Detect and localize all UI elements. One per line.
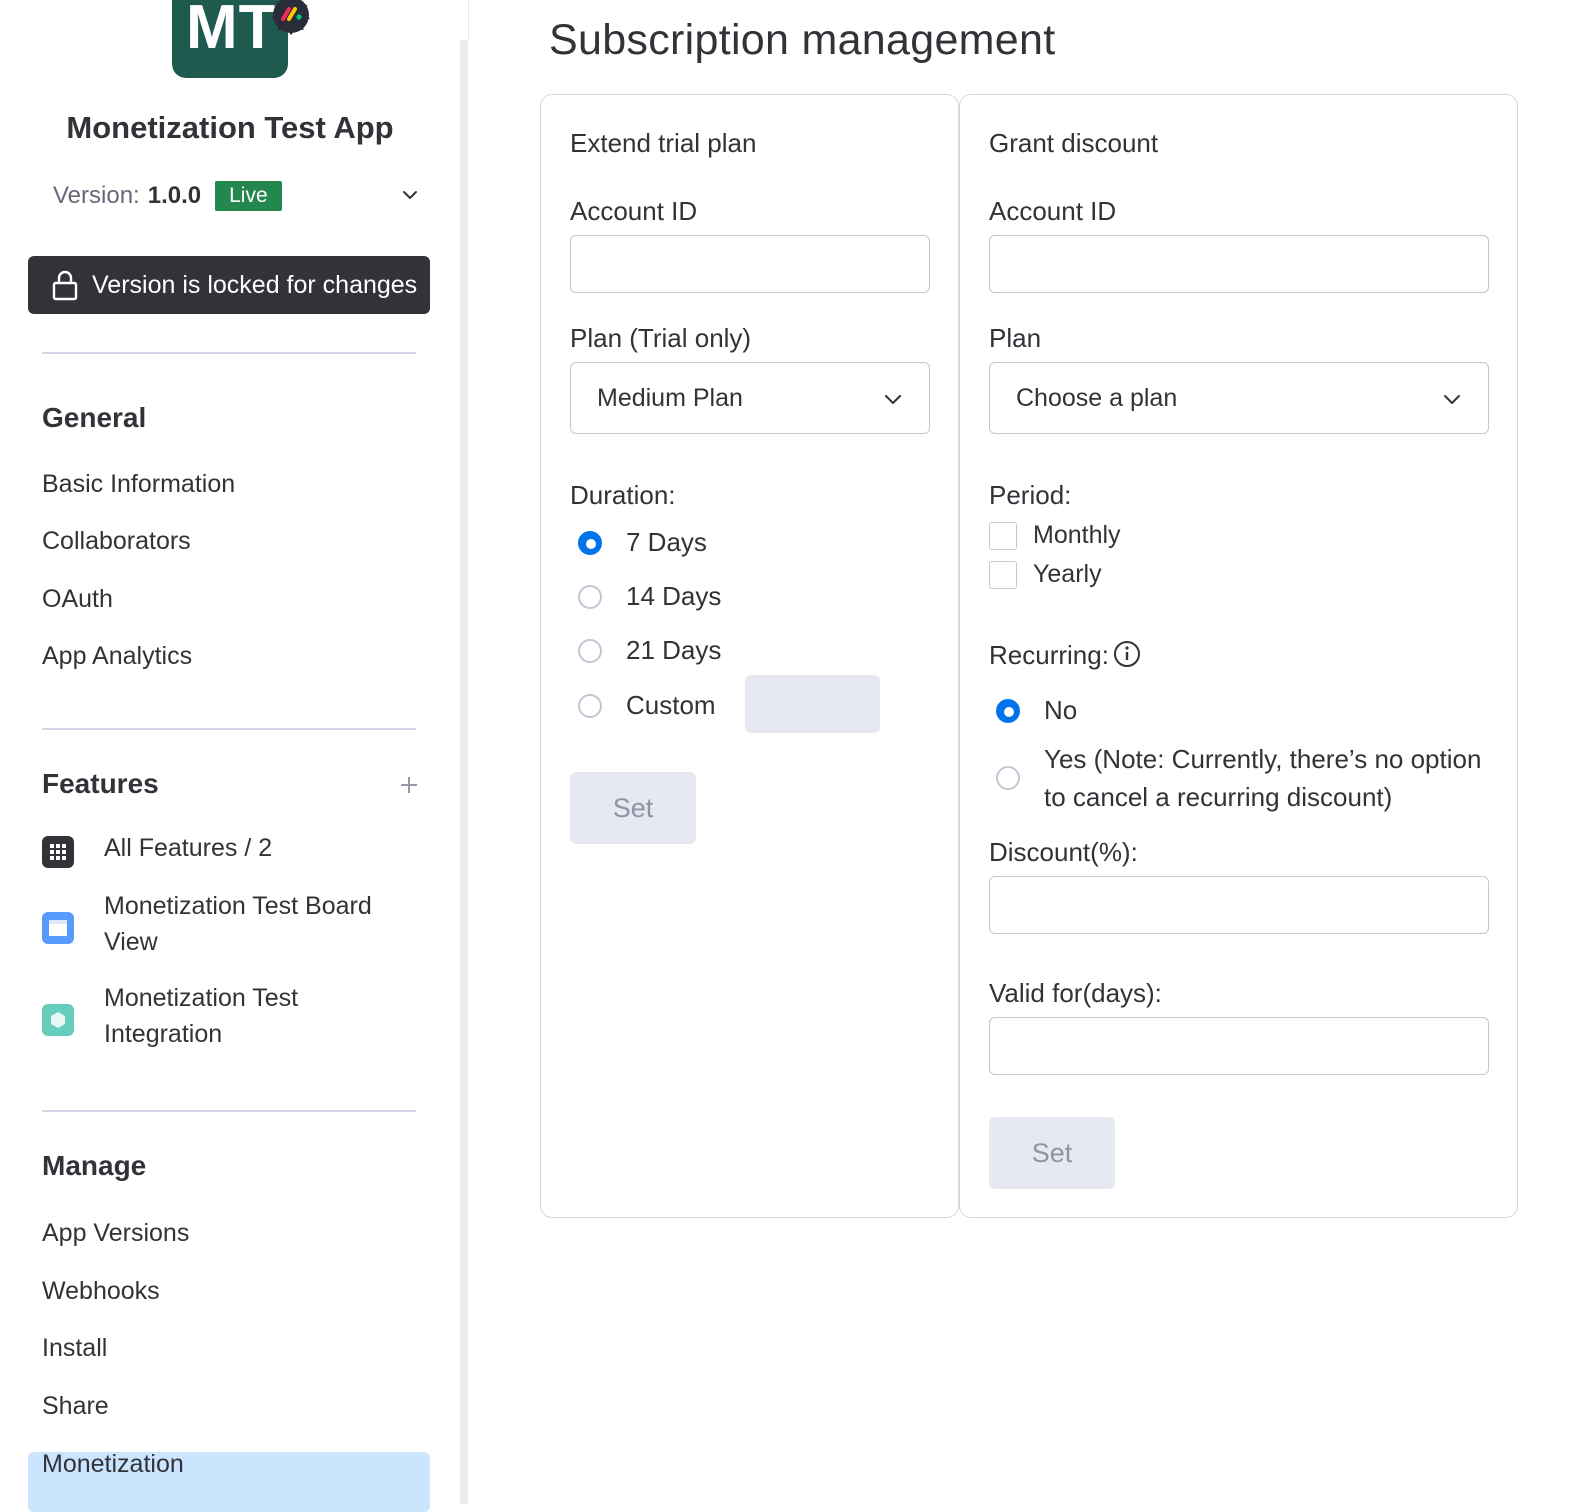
trial-set-button[interactable]: Set <box>570 772 696 844</box>
trial-plan-value: Medium Plan <box>597 383 743 412</box>
sidebar-item-monetization[interactable]: Monetization <box>42 1450 184 1479</box>
radio-label: 14 Days <box>626 581 722 611</box>
radio-label: Yes (Note: Currently, there’s no option … <box>1044 744 1482 812</box>
discount-set-button[interactable]: Set <box>989 1117 1115 1189</box>
sidebar-item-share[interactable]: Share <box>42 1392 109 1421</box>
custom-duration-input[interactable] <box>745 675 880 733</box>
trial-plan-select[interactable]: Medium Plan <box>570 362 930 434</box>
lock-icon <box>52 270 78 301</box>
valid-for-days-input[interactable] <box>989 1017 1489 1075</box>
checkbox-label: Yearly <box>1033 560 1102 588</box>
info-icon[interactable] <box>1113 640 1141 668</box>
radio-selected[interactable] <box>996 698 1020 723</box>
account-id-label: Account ID <box>570 196 698 226</box>
recurring-label-row: Recurring: <box>989 640 1141 671</box>
sidebar-item-app-analytics[interactable]: App Analytics <box>42 642 192 671</box>
section-title-features: Features <box>42 768 159 799</box>
radio-label: Custom <box>626 690 716 720</box>
version-selector[interactable]: Version: 1.0.0 Live <box>53 178 423 214</box>
recurring-label: Recurring: <box>989 640 1109 670</box>
period-label: Period: <box>989 480 1072 510</box>
chevron-down-icon[interactable] <box>397 182 423 208</box>
grid-icon <box>42 836 74 868</box>
locked-text: Version is locked for changes <box>92 270 418 299</box>
recurring-option-no[interactable]: No <box>996 695 1077 726</box>
status-badge: Live <box>215 181 282 211</box>
section-title-manage: Manage <box>42 1150 147 1181</box>
integration-icon <box>42 1004 74 1036</box>
discount-account-id-input[interactable] <box>989 235 1489 293</box>
duration-option-14-days[interactable]: 14 Days <box>578 581 721 612</box>
divider <box>42 728 416 730</box>
checkbox[interactable] <box>989 560 1017 589</box>
recurring-option-yes[interactable]: Yes (Note: Currently, there’s no option … <box>996 740 1496 816</box>
sidebar-item-app-versions[interactable]: App Versions <box>42 1219 189 1248</box>
radio-label: No <box>1044 695 1078 725</box>
divider <box>42 1110 416 1112</box>
radio[interactable] <box>578 693 602 718</box>
feature-label: Monetization Test Board View <box>104 892 372 956</box>
sidebar-item-board-view[interactable]: Monetization Test Board View <box>42 888 404 960</box>
feature-label: All Features / 2 <box>104 834 273 862</box>
chevron-down-icon <box>885 395 901 404</box>
version-number: 1.0.0 <box>147 182 202 209</box>
duration-option-21-days[interactable]: 21 Days <box>578 635 721 666</box>
sidebar-item-collaborators[interactable]: Collaborators <box>42 527 191 556</box>
sidebar-item-oauth[interactable]: OAuth <box>42 585 113 614</box>
radio-selected[interactable] <box>578 530 602 555</box>
sidebar-item-install[interactable]: Install <box>42 1334 107 1363</box>
radio-label: 21 Days <box>626 635 722 665</box>
version-locked-banner: Version is locked for changes <box>28 256 430 314</box>
section-title-general: General <box>42 402 147 433</box>
account-id-label: Account ID <box>989 196 1117 226</box>
radio-label: 7 Days <box>626 527 707 557</box>
plan-trial-label: Plan (Trial only) <box>570 323 752 353</box>
discount-percent-input[interactable] <box>989 876 1489 934</box>
sidebar-scrollbar[interactable] <box>460 40 468 1504</box>
monday-badge-icon <box>271 0 310 36</box>
discount-plan-select[interactable]: Choose a plan <box>989 362 1489 434</box>
divider <box>468 0 469 40</box>
sidebar-item-basic-information[interactable]: Basic Information <box>42 470 235 499</box>
grant-discount-title: Grant discount <box>989 128 1159 158</box>
sidebar-item-integration[interactable]: Monetization Test Integration <box>42 980 404 1052</box>
period-option-yearly[interactable]: Yearly <box>989 560 1102 589</box>
duration-option-7-days[interactable]: 7 Days <box>578 527 707 558</box>
checkbox-label: Monthly <box>1033 521 1121 549</box>
duration-label: Duration: <box>570 480 676 510</box>
trial-account-id-input[interactable] <box>570 235 930 293</box>
divider <box>42 352 416 354</box>
sidebar-item-webhooks[interactable]: Webhooks <box>42 1277 160 1306</box>
chevron-down-icon <box>1444 395 1460 404</box>
sidebar-item-all-features[interactable]: All Features / 2 <box>42 830 404 868</box>
app-name: Monetization Test App <box>66 110 394 145</box>
plan-label: Plan <box>989 323 1042 353</box>
feature-label: Monetization Test Integration <box>104 984 299 1048</box>
period-option-monthly[interactable]: Monthly <box>989 521 1121 550</box>
radio[interactable] <box>578 584 602 609</box>
radio[interactable] <box>996 766 1020 790</box>
duration-option-custom[interactable]: Custom <box>578 690 716 721</box>
valid-for-label: Valid for(days): <box>989 978 1162 1008</box>
add-feature-icon[interactable] <box>398 774 420 796</box>
checkbox[interactable] <box>989 521 1017 550</box>
sidebar: MT Monetization Test App Version: 1.0.0 … <box>0 0 468 1512</box>
plan-placeholder: Choose a plan <box>1016 383 1178 412</box>
discount-label: Discount(%): <box>989 837 1138 867</box>
page-title: Subscription management <box>549 16 1056 64</box>
radio[interactable] <box>578 638 602 663</box>
version-label: Version: <box>53 182 140 209</box>
board-view-icon <box>42 912 74 944</box>
extend-trial-title: Extend trial plan <box>570 128 757 158</box>
